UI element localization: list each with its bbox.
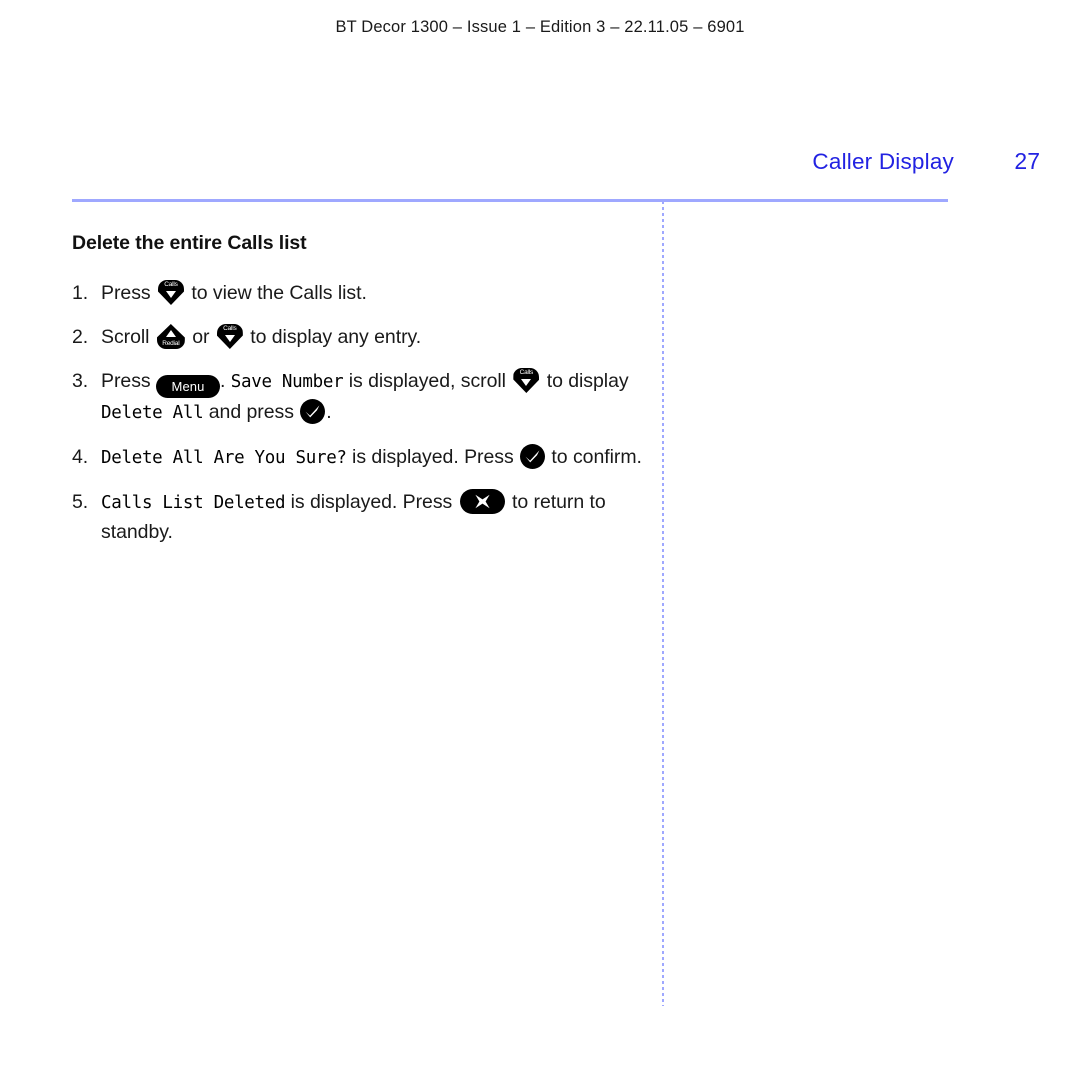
triangle-down-icon [224, 335, 235, 342]
step-marker: 2. [72, 326, 89, 348]
step-marker: 4. [72, 446, 89, 468]
header-rule [72, 199, 948, 202]
step-marker: 1. [72, 282, 89, 304]
chapter-header: Caller Display 27 [72, 148, 1040, 175]
list-item: 5. Calls List Deleted is displayed. Press… [72, 488, 642, 547]
page-title: Delete the entire Calls list [72, 232, 307, 254]
triangle-down-icon [165, 291, 176, 298]
running-header: BT Decor 1300 – Issue 1 – Edition 3 – 22… [335, 18, 745, 36]
chapter-title: Caller Display [812, 149, 954, 174]
confirm-tick-key-icon [300, 399, 326, 424]
step-text: is displayed. Press [352, 446, 514, 468]
cancel-x-key-icon [459, 489, 505, 514]
lcd-display-text: Save Number [230, 372, 344, 392]
step-text: . [326, 401, 332, 423]
page-number: 27 [1014, 148, 1040, 174]
list-item: 4. Delete All Are You Sure? is displayed.… [72, 443, 642, 473]
step-text: Press [101, 370, 151, 392]
step-marker: 3. [72, 370, 89, 392]
calls-key-label: Calls [164, 281, 178, 288]
triangle-down-icon [521, 379, 532, 386]
step-text: to display any entry. [250, 326, 422, 348]
calls-key-label: Calls [223, 325, 237, 332]
redial-key-icon: Redial [156, 324, 185, 349]
redial-key-label: Redial [162, 340, 180, 347]
calls-key-icon: Calls [216, 324, 243, 349]
instruction-steps: 1. Press Calls to view the Calls list. 2.… [72, 279, 642, 547]
column-dotted-divider [662, 201, 664, 1006]
lcd-display-text: Calls List Deleted [101, 493, 286, 513]
step-text: and press [208, 401, 294, 423]
step-text: to view the Calls list. [191, 282, 367, 304]
list-item: 3. Press Menu. Save Number is displayed, … [72, 367, 642, 428]
step-text: or [192, 326, 210, 348]
list-item: 2. Scroll Redial or Calls to display any … [72, 323, 642, 352]
step-text: . [219, 370, 226, 392]
step-text: Press [101, 282, 151, 304]
menu-key-icon: Menu [155, 375, 220, 398]
step-text: to display [546, 370, 629, 392]
main-content: Delete the entire Calls list 1. Press Cal… [72, 232, 642, 562]
calls-key-icon: Calls [157, 280, 184, 305]
lcd-display-text: Delete All [101, 403, 204, 423]
step-text: is displayed, scroll [348, 370, 506, 392]
step-text: is displayed. Press [290, 491, 453, 513]
step-marker: 5. [72, 491, 89, 513]
lcd-display-text: Delete All Are You Sure? [101, 448, 347, 468]
confirm-tick-key-icon [520, 444, 546, 469]
list-item: 1. Press Calls to view the Calls list. [72, 279, 642, 308]
calls-key-icon: Calls [513, 368, 540, 393]
step-text: to confirm. [551, 446, 642, 468]
triangle-up-icon [165, 330, 176, 337]
step-text: Scroll [101, 326, 150, 348]
calls-key-label: Calls [519, 369, 534, 376]
